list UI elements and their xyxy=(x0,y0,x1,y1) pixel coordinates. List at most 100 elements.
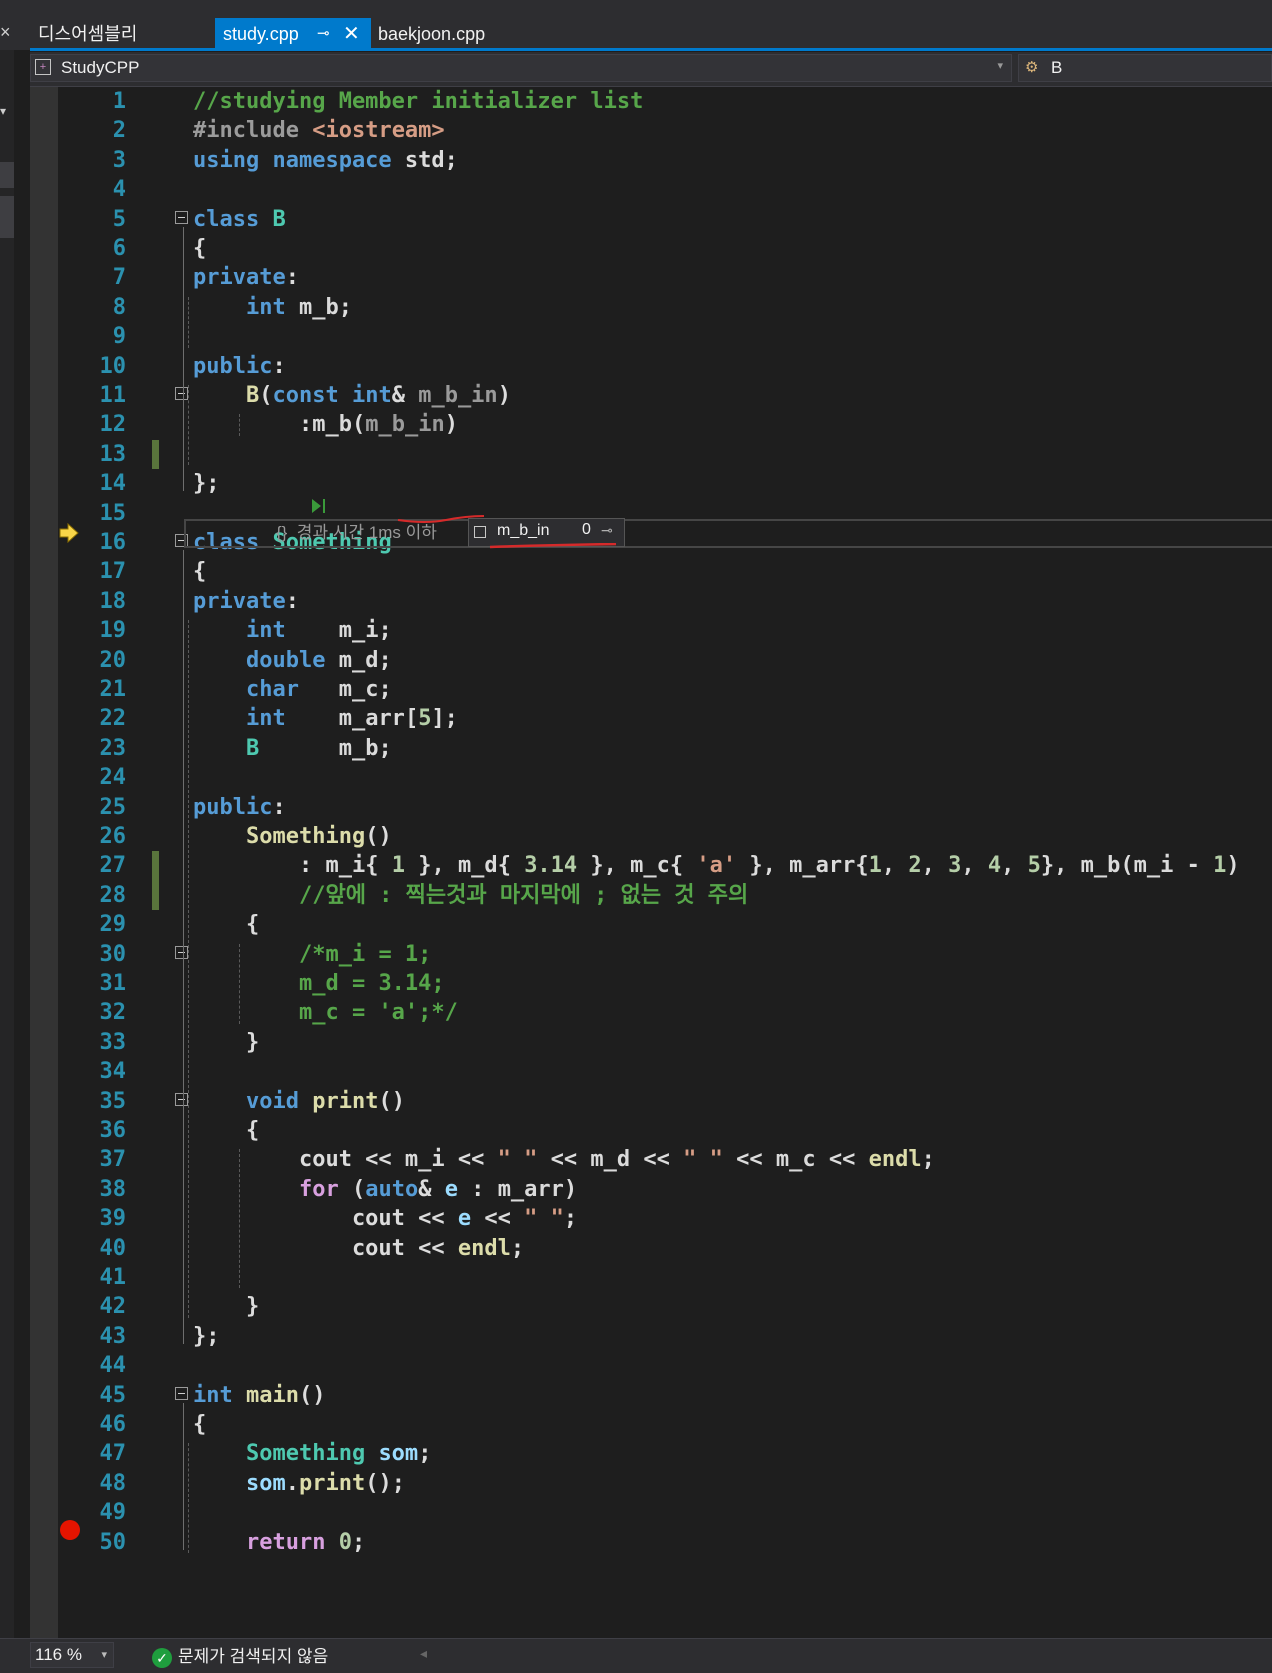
collapse-icon[interactable] xyxy=(175,210,188,224)
code-line[interactable]: 5 class B xyxy=(58,204,1272,235)
code-line[interactable]: 8 int m_b; xyxy=(58,292,1272,323)
code-line[interactable]: 24 xyxy=(58,762,1272,793)
code-line[interactable]: 48 som.print(); xyxy=(58,1468,1272,1499)
solution-explorer-edge: ▾ xyxy=(0,50,14,1638)
zoom-dropdown[interactable]: 116 % ▾ xyxy=(30,1642,114,1668)
indicator-margin[interactable] xyxy=(30,87,58,1638)
code-line[interactable]: 6{ xyxy=(58,233,1272,264)
collapse-icon[interactable] xyxy=(175,945,188,959)
code-line[interactable]: 22 int m_arr[5]; xyxy=(58,703,1272,734)
code-line[interactable]: 26 Something() xyxy=(58,821,1272,852)
code-token: 2 xyxy=(908,853,922,879)
code-token: , xyxy=(1001,853,1028,879)
code-line[interactable]: 40 cout << endl; xyxy=(58,1233,1272,1264)
code-line[interactable]: 29 { xyxy=(58,909,1272,940)
collapse-icon[interactable] xyxy=(175,387,188,400)
code-token: () xyxy=(298,1382,326,1408)
code-line[interactable]: 46 { xyxy=(58,1409,1272,1440)
code-line[interactable]: 35 void print() xyxy=(58,1086,1272,1117)
code-token: m_arr xyxy=(789,853,856,879)
code-line[interactable]: 1 //studying Member initializer list xyxy=(58,87,1272,117)
code-text: //studying Member initializer list xyxy=(193,87,643,117)
breakpoint-icon[interactable] xyxy=(60,1520,80,1540)
code-text: }; xyxy=(193,468,220,499)
code-line[interactable]: 10 public: xyxy=(58,351,1272,382)
line-number: 25 xyxy=(99,794,127,820)
code-line[interactable]: 30 /*m_i = 1; xyxy=(58,939,1272,970)
line-number: 44 xyxy=(99,1353,127,1379)
pin-icon[interactable]: ⊸ xyxy=(317,18,330,50)
code-line[interactable]: 45 int main() xyxy=(58,1380,1272,1411)
project-dropdown[interactable]: + StudyCPP ▾ xyxy=(30,54,1012,82)
code-line[interactable]: 14}; xyxy=(58,468,1272,499)
collapse-icon[interactable] xyxy=(175,1092,188,1106)
code-token: << xyxy=(630,1147,684,1173)
chevron-down-icon[interactable]: ▾ xyxy=(0,104,6,118)
tab-disassembly[interactable]: 디스어셈블리 xyxy=(30,18,216,50)
code-line[interactable]: 18 private: xyxy=(58,586,1272,617)
code-token: m_d xyxy=(338,647,379,673)
code-line[interactable]: 11 B(const int& m_b_in) xyxy=(58,380,1272,411)
code-line[interactable]: 9 xyxy=(58,321,1272,352)
scroll-left-icon[interactable]: ◂ xyxy=(420,1645,427,1662)
code-token: m_b xyxy=(312,412,352,438)
code-line[interactable]: 47 Something som; xyxy=(58,1438,1272,1469)
close-icon[interactable]: ✕ xyxy=(343,18,360,50)
code-line[interactable]: 36 { xyxy=(58,1115,1272,1146)
code-line[interactable]: 38 for (auto& e : m_arr) xyxy=(58,1174,1272,1205)
code-token: for xyxy=(298,1176,352,1202)
code-line[interactable]: 7 private: xyxy=(58,262,1272,293)
code-line[interactable]: 23 B m_b; xyxy=(58,733,1272,764)
pin-icon[interactable]: ⊸ xyxy=(601,522,613,539)
code-line[interactable]: 12 :m_b(m_b_in) xyxy=(58,409,1272,440)
code-line[interactable]: 43}; xyxy=(58,1321,1272,1352)
code-text: cout << endl; xyxy=(193,1233,524,1264)
run-to-click-icon[interactable] xyxy=(310,496,328,516)
code-token: m_d xyxy=(457,853,498,879)
code-line[interactable]: 49 xyxy=(58,1497,1272,1528)
code-line[interactable]: 19 int m_i; xyxy=(58,615,1272,646)
tab-study-cpp[interactable]: study.cpp ⊸ ✕ xyxy=(215,18,371,50)
code-line[interactable]: 27 : m_i{ 1 }, m_d{ 3.14 }, m_c{ 'a' }, … xyxy=(58,850,1272,881)
code-line[interactable]: 33 } xyxy=(58,1027,1272,1058)
code-text: public: xyxy=(193,792,286,823)
code-token: ; xyxy=(338,294,352,320)
code-line[interactable]: 21 char m_c; xyxy=(58,674,1272,705)
code-line[interactable]: 31 m_d = 3.14; xyxy=(58,968,1272,999)
code-text: int m_arr[5]; xyxy=(193,703,458,734)
code-line[interactable]: 28 //앞에 : 찍는것과 마지막에 ; 없는 것 주의 xyxy=(58,880,1272,911)
close-icon[interactable]: × xyxy=(0,22,11,43)
code-line[interactable]: 20 double m_d; xyxy=(58,645,1272,676)
code-line[interactable]: 41 xyxy=(58,1262,1272,1293)
code-line[interactable]: 34 xyxy=(58,1056,1272,1087)
line-number: 36 xyxy=(99,1118,127,1143)
tab-label: baekjoon.cpp xyxy=(378,24,486,44)
collapse-icon[interactable] xyxy=(175,1386,188,1400)
code-text: :m_b(m_b_in) xyxy=(193,409,458,440)
member-dropdown[interactable]: ⚙ B xyxy=(1018,54,1272,82)
code-line[interactable]: 32 m_c = 'a';*/ xyxy=(58,997,1272,1028)
data-tip-value[interactable]: 0 xyxy=(582,521,591,539)
code-line[interactable]: 44 xyxy=(58,1350,1272,1381)
code-line[interactable]: 50 return 0; xyxy=(58,1527,1272,1558)
code-line[interactable]: 2 #include <iostream> xyxy=(58,115,1272,146)
issues-indicator[interactable]: ✓ 문제가 검색되지 않음 xyxy=(152,1642,328,1668)
code-line[interactable]: 39 cout << e << " "; xyxy=(58,1203,1272,1234)
code-token: ( xyxy=(351,1176,366,1202)
code-line[interactable]: 37 cout << m_i << " " << m_d << " " << m… xyxy=(58,1144,1272,1175)
code-line[interactable]: 42 } xyxy=(58,1291,1272,1322)
code-token: m_c = 'a';*/ xyxy=(298,1000,458,1026)
code-editor[interactable]: 1 //studying Member initializer list 2 #inc… xyxy=(58,87,1272,1638)
code-line[interactable]: 25 public: xyxy=(58,792,1272,823)
line-number: 30 xyxy=(99,941,127,967)
code-line[interactable]: 13 xyxy=(58,439,1272,470)
code-line[interactable]: 4 xyxy=(58,174,1272,205)
code-text: #include <iostream> xyxy=(193,115,445,146)
code-line[interactable]: 17 { xyxy=(58,556,1272,587)
tab-baekjoon-cpp[interactable]: baekjoon.cpp xyxy=(370,18,520,50)
code-line[interactable]: 3 using namespace std; xyxy=(58,145,1272,176)
code-token: 3 xyxy=(948,853,962,879)
code-text: private: xyxy=(193,262,299,293)
